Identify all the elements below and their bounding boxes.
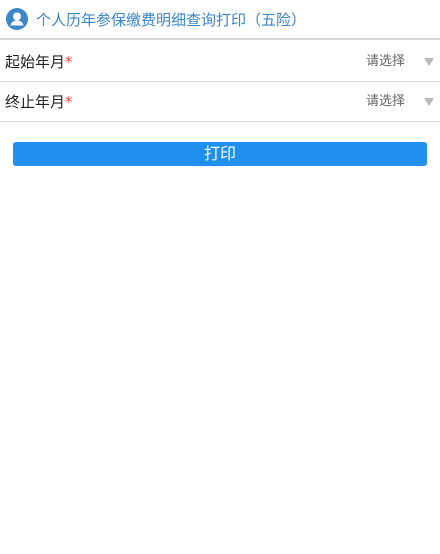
end-month-select[interactable]: 请选择 — [366, 93, 405, 111]
page-title: 个人历年参保缴费明细查询打印（五险） — [36, 11, 307, 29]
end-month-label-text: 终止年月 — [5, 93, 66, 111]
page-header: 个人历年参保缴费明细查询打印（五险） — [0, 0, 440, 40]
required-mark: * — [65, 93, 73, 111]
end-month-label: 终止年月* — [5, 92, 73, 112]
start-month-label-text: 起始年月 — [5, 53, 66, 71]
caret-down-icon[interactable] — [424, 58, 434, 66]
start-month-row[interactable]: 起始年月* 请选择 — [0, 42, 440, 82]
required-mark: * — [65, 53, 73, 71]
end-month-row[interactable]: 终止年月* 请选择 — [0, 82, 440, 122]
caret-down-icon[interactable] — [424, 98, 434, 106]
user-icon — [6, 8, 28, 30]
print-button[interactable]: 打印 — [13, 142, 427, 166]
start-month-select[interactable]: 请选择 — [366, 53, 405, 71]
start-month-label: 起始年月* — [5, 52, 73, 72]
